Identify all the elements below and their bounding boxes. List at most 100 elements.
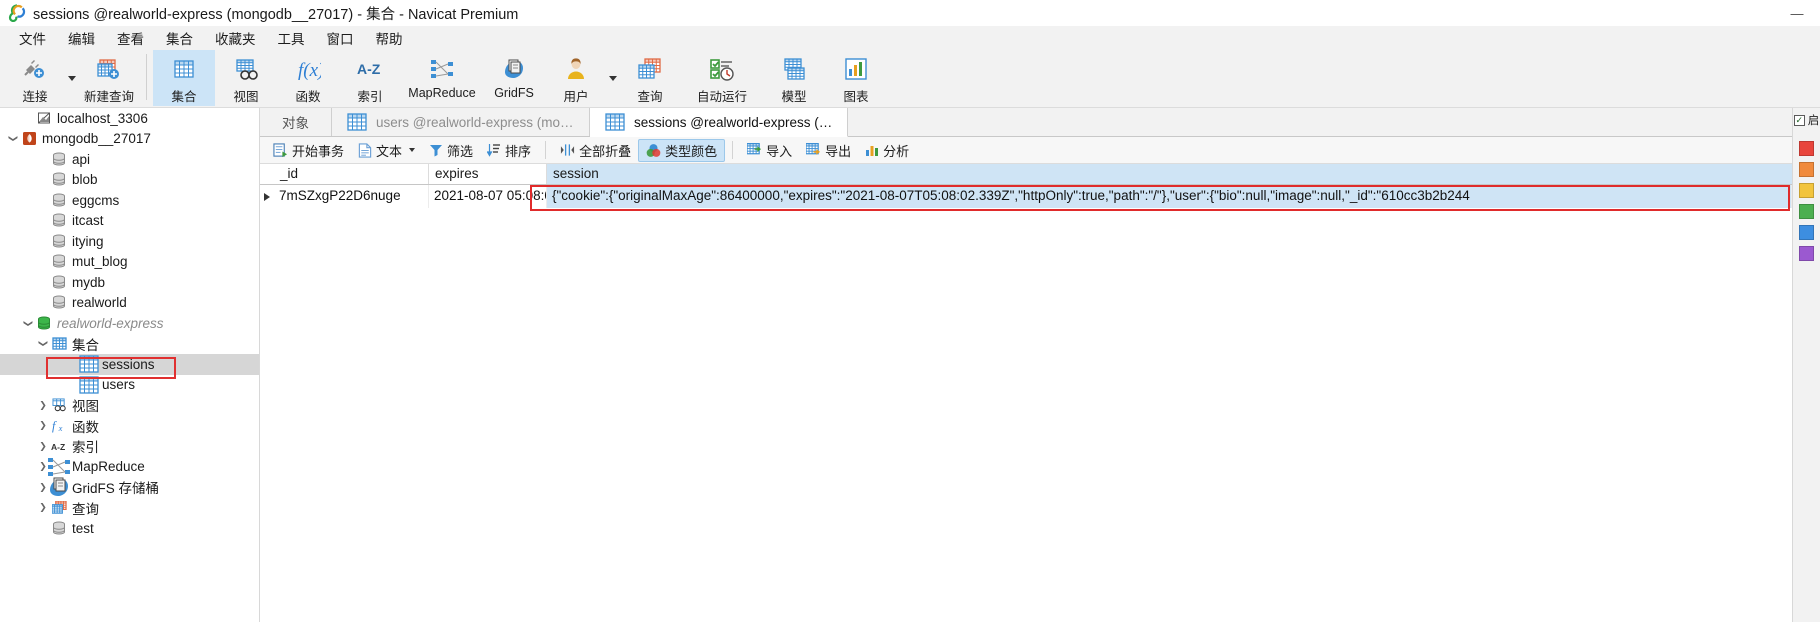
- tree-collection-sessions[interactable]: sessions: [0, 354, 259, 375]
- new-query-icon: [96, 56, 122, 82]
- ribbon-collection[interactable]: 集合: [153, 50, 215, 106]
- chevron-right-icon[interactable]: ❯: [36, 420, 50, 431]
- color-swatch[interactable]: [1799, 246, 1814, 261]
- tree-db-blob[interactable]: blob: [0, 170, 259, 191]
- ribbon-model[interactable]: 模型: [763, 50, 825, 106]
- menu-file[interactable]: 文件: [8, 25, 57, 51]
- views-icon: [52, 398, 67, 412]
- view-icon: [233, 56, 259, 82]
- tree-db-mut-blog[interactable]: mut_blog: [0, 252, 259, 273]
- database-icon: [52, 152, 66, 167]
- chevron-right-icon[interactable]: ❯: [36, 400, 50, 411]
- color-swatch[interactable]: [1799, 162, 1814, 177]
- tree-db-realworld-express[interactable]: ❯ realworld-express: [0, 313, 259, 334]
- menu-window[interactable]: 窗口: [316, 25, 365, 51]
- tab-sessions[interactable]: sessions @realworld-express (mong...: [590, 108, 848, 137]
- grid-import-label: 导入: [766, 143, 793, 159]
- model-icon: [781, 56, 807, 82]
- tree-functions[interactable]: ❯ f x 函数: [0, 416, 259, 437]
- checkbox-icon[interactable]: ✓: [1793, 114, 1805, 126]
- grid-column-header[interactable]: expires: [429, 164, 547, 184]
- grid-sort[interactable]: 排序: [480, 139, 538, 162]
- chevron-down-icon[interactable]: [409, 148, 416, 152]
- palette-toggle[interactable]: ✓ 启: [1793, 112, 1819, 128]
- grid-begin-transaction-label: 开始事务: [292, 143, 345, 159]
- grid-begin-transaction[interactable]: 开始事务: [266, 139, 351, 162]
- tree-db-realworld[interactable]: realworld: [0, 293, 259, 314]
- ribbon-new-query[interactable]: 新建查询: [78, 50, 140, 106]
- grid-export[interactable]: 导出: [799, 139, 858, 162]
- tree-collection-users-label: users: [102, 377, 136, 393]
- svg-text:f(x): f(x): [298, 60, 321, 81]
- chevron-right-icon[interactable]: ❯: [36, 502, 50, 513]
- grid-import[interactable]: 导入: [740, 139, 799, 162]
- tree-localhost-3306[interactable]: localhost_3306: [0, 108, 259, 129]
- color-swatch[interactable]: [1799, 225, 1814, 240]
- ribbon-function[interactable]: f(x) 函数: [277, 50, 339, 106]
- ribbon-query[interactable]: 查询: [619, 50, 681, 106]
- tree-db-eggcms-label: eggcms: [72, 192, 120, 208]
- tree-views[interactable]: ❯ 视图: [0, 395, 259, 416]
- grid-type-color[interactable]: 类型颜色: [638, 138, 726, 162]
- ribbon-connection-dropdown[interactable]: [66, 51, 78, 107]
- grid-column-header[interactable]: session: [547, 164, 1792, 184]
- tree-collections[interactable]: ❯ 集合: [0, 334, 259, 355]
- ribbon-index[interactable]: A-Z 索引: [339, 50, 401, 106]
- tab-users[interactable]: users @realworld-express (mongod...: [332, 108, 590, 136]
- tree-db-test[interactable]: test: [0, 518, 259, 539]
- svg-text:x: x: [57, 423, 62, 433]
- color-swatch[interactable]: [1799, 183, 1814, 198]
- ribbon-chart[interactable]: 图表: [825, 50, 887, 106]
- menu-favorites[interactable]: 收藏夹: [204, 25, 267, 51]
- menu-edit[interactable]: 编辑: [57, 25, 106, 51]
- mysql-server-icon: [37, 111, 52, 126]
- ribbon-view-label: 视图: [233, 90, 259, 104]
- type-color-palette: ✓ 启: [1792, 108, 1820, 622]
- type-color-icon: [646, 143, 661, 158]
- cell-expires[interactable]: 2021-08-07 05:08:02: [429, 185, 547, 208]
- grid-column-header[interactable]: _id: [274, 164, 429, 184]
- menu-help[interactable]: 帮助: [365, 25, 414, 51]
- grid-text[interactable]: 文本: [351, 139, 422, 162]
- chevron-down-icon: [68, 76, 76, 81]
- ribbon-gridfs[interactable]: GridFS: [483, 50, 545, 106]
- tree-db-eggcms[interactable]: eggcms: [0, 190, 259, 211]
- color-swatch[interactable]: [1799, 141, 1814, 156]
- ribbon-mapreduce[interactable]: MapReduce: [401, 50, 483, 106]
- menu-view[interactable]: 查看: [106, 25, 155, 51]
- tree-gridfs-buckets[interactable]: ❯ GridFS 存储桶: [0, 477, 259, 498]
- query-icon: [637, 56, 663, 82]
- ribbon-automation[interactable]: 自动运行: [681, 50, 763, 106]
- grid-analyze[interactable]: 分析: [858, 139, 916, 162]
- tab-objects[interactable]: 对象: [260, 108, 332, 136]
- color-swatch[interactable]: [1799, 204, 1814, 219]
- chevron-down-icon[interactable]: ❯: [6, 133, 20, 144]
- ribbon-connection[interactable]: 连接: [4, 50, 66, 106]
- chevron-right-icon[interactable]: ❯: [36, 441, 50, 452]
- tree-queries[interactable]: ❯ 查询: [0, 498, 259, 519]
- menu-collection[interactable]: 集合: [155, 25, 204, 51]
- tree-collection-users[interactable]: users: [0, 375, 259, 396]
- tree-mongodb-27017[interactable]: ❯ mongodb__27017: [0, 129, 259, 150]
- tree-db-mydb[interactable]: mydb: [0, 272, 259, 293]
- export-icon: [806, 143, 821, 157]
- tree-db-itying[interactable]: itying: [0, 231, 259, 252]
- grid-filter[interactable]: 筛选: [422, 139, 480, 162]
- tree-indexes[interactable]: ❯ A-Z 索引: [0, 436, 259, 457]
- text-icon: [358, 142, 372, 158]
- chevron-down-icon[interactable]: ❯: [21, 318, 35, 329]
- collection-icon: [602, 109, 628, 135]
- cell-id[interactable]: 7mSZxgP22D6nuge: [274, 185, 429, 208]
- minimize-button[interactable]: —: [1774, 0, 1820, 26]
- table-row[interactable]: 7mSZxgP22D6nuge 2021-08-07 05:08:02 {"cook…: [260, 185, 1792, 208]
- grid-collapse-all[interactable]: 全部折叠: [553, 139, 638, 162]
- chevron-down-icon[interactable]: ❯: [36, 338, 50, 349]
- tree-mapreduce[interactable]: ❯ MapReduce: [0, 457, 259, 478]
- tree-db-api[interactable]: api: [0, 149, 259, 170]
- ribbon-user-dropdown[interactable]: [607, 51, 619, 107]
- menu-tools[interactable]: 工具: [267, 25, 316, 51]
- tree-db-itcast[interactable]: itcast: [0, 211, 259, 232]
- ribbon-user[interactable]: 用户: [545, 50, 607, 106]
- ribbon-view[interactable]: 视图: [215, 50, 277, 106]
- cell-session[interactable]: {"cookie":{"originalMaxAge":86400000,"ex…: [547, 185, 1792, 208]
